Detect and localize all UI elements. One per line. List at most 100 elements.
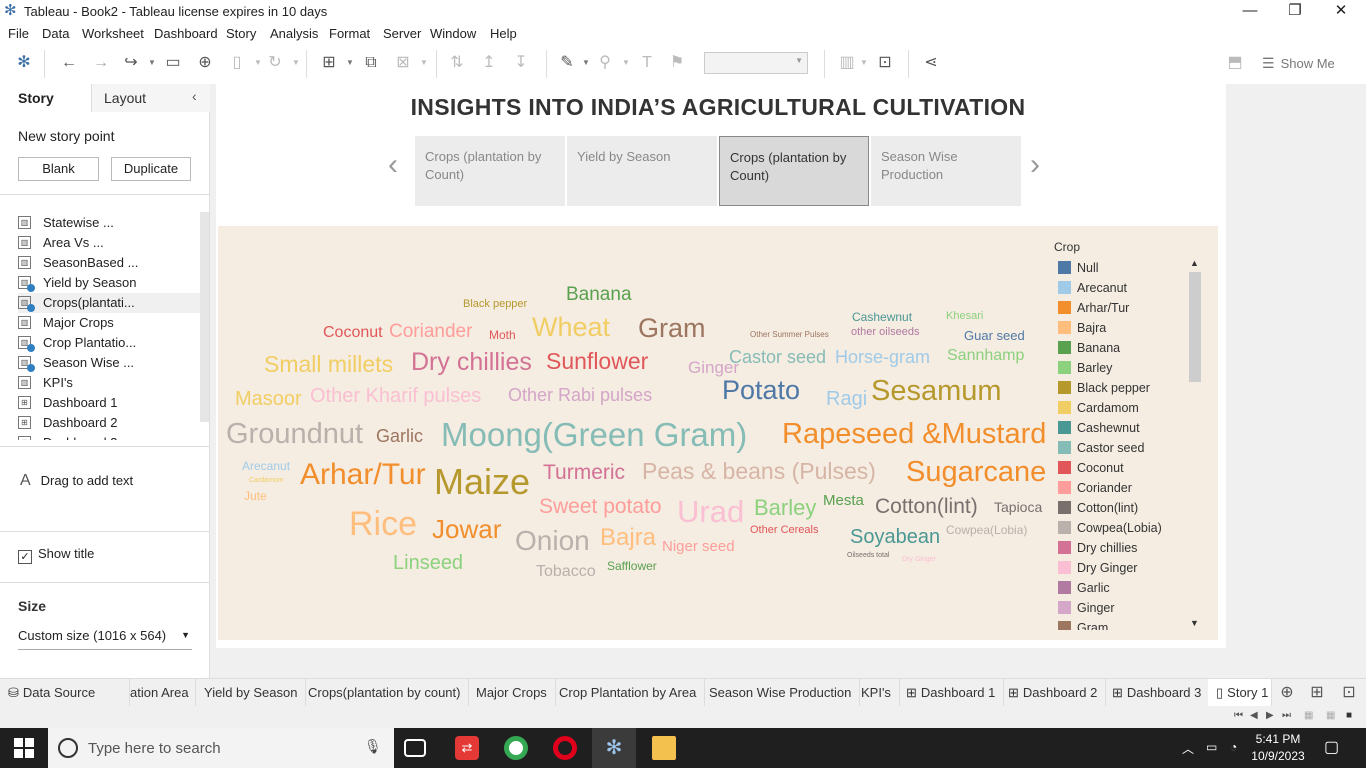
story-sheet-item[interactable]: ▥ Crops(plantati... [18,293,200,313]
word-cloud-mark[interactable]: Sweet potato [539,496,662,517]
tab-sheet[interactable]: Crop Plantation by Area [551,679,706,707]
chevron-down-icon[interactable]: ▼ [346,52,354,74]
blank-button[interactable]: Blank [18,157,99,181]
presentation-mode-icon[interactable]: ⊡ [874,52,896,74]
word-cloud-mark[interactable]: Jute [244,490,267,502]
word-cloud-mark[interactable]: Sunflower [546,350,648,373]
word-cloud-mark[interactable]: Gram [638,315,706,342]
legend-item[interactable]: Banana [1058,338,1120,358]
word-cloud-mark[interactable]: Peas & beans (Pulses) [642,460,876,483]
word-cloud-mark[interactable]: Coconut [323,325,383,341]
menu-analysis[interactable]: Analysis [270,26,318,41]
scroll-up-icon[interactable]: ▲ [1190,258,1199,268]
story-sheet-item[interactable]: ▥ Crop Plantatio... [18,333,200,353]
previous-story-point-icon[interactable]: ‹ [388,148,398,182]
story-point-4[interactable]: Season Wise Production [871,136,1021,206]
menu-server[interactable]: Server [383,26,421,41]
word-cloud-mark[interactable]: Turmeric [543,462,625,483]
legend-item[interactable]: Garlic [1058,578,1110,598]
word-cloud-mark[interactable]: Garlic [376,427,423,445]
story-sheet-item[interactable]: ▥ Season Wise ... [18,353,200,373]
pause-updates-icon[interactable]: ▯ [226,52,248,74]
duplicate-sheet-icon[interactable]: ⧉ [360,52,382,74]
legend-item[interactable]: Gram [1058,618,1108,630]
word-cloud-mark[interactable]: Wheat [532,314,610,341]
pin-icon[interactable]: ⚑ [666,52,688,74]
tab-story[interactable]: ▯ Story 1 [1208,679,1272,707]
story-point-3[interactable]: Crops (plantation by Count) [719,136,869,206]
legend-scrollbar[interactable]: ▲ ▼ [1188,258,1202,628]
word-cloud-mark[interactable]: Moth [489,329,516,341]
legend-item[interactable]: Null [1058,258,1099,278]
word-cloud-mark[interactable]: Moong(Green Gram) [441,418,747,451]
word-cloud-mark[interactable]: Castor seed [729,348,826,366]
next-story-point-icon[interactable]: › [1030,148,1040,182]
new-worksheet-icon[interactable]: ⊕ [1276,682,1298,704]
word-cloud-mark[interactable]: Black pepper [463,299,527,310]
word-cloud-mark[interactable]: Other Rabi pulses [508,386,652,404]
show-tabs-icon[interactable]: ■ [1346,710,1352,721]
legend-item[interactable]: Cardamom [1058,398,1139,418]
word-cloud-mark[interactable]: Barley [754,497,816,519]
new-data-source-icon[interactable]: ⊕ [194,52,216,74]
chevron-down-icon[interactable]: ▼ [860,52,868,74]
redo-icon[interactable]: → [90,52,112,74]
word-cloud-mark[interactable]: Other Cereals [750,525,818,536]
tooltip-icon[interactable]: ⬒ [1224,52,1246,74]
word-cloud-mark[interactable]: Mesta [823,493,864,508]
attachment-icon[interactable]: ⚲ [594,52,616,74]
tab-sheet[interactable]: KPI's [853,679,900,707]
tableau-taskbar-icon[interactable]: ✻ [592,728,636,768]
word-cloud-mark[interactable]: Maize [434,464,530,500]
tab-dashboard[interactable]: ⊞ Dashboard 3 [1104,679,1211,707]
close-icon[interactable]: ✕ [1318,0,1364,24]
file-explorer-icon[interactable] [652,736,676,760]
menu-help[interactable]: Help [490,26,517,41]
tab-sheet[interactable]: Season Wise Production [701,679,861,707]
clear-sheet-icon[interactable]: ⊠ [392,52,414,74]
word-cloud-mark[interactable]: Linseed [393,553,463,573]
sort-descending-icon[interactable]: ↧ [510,52,532,74]
legend-item[interactable]: Cotton(lint) [1058,498,1138,518]
word-cloud-mark[interactable]: Cowpea(Lobia) [946,524,1027,536]
sheet-list-scrollbar[interactable] [200,212,209,422]
collapse-pane-icon[interactable]: ‹ [192,88,197,104]
story-sheet-item[interactable]: ▥ KPI's [18,373,200,393]
task-view-icon[interactable] [404,739,426,757]
legend-item[interactable]: Barley [1058,358,1112,378]
minimize-icon[interactable]: — [1227,0,1273,24]
word-cloud-mark[interactable]: Tobacco [536,564,596,580]
show-me-button[interactable]: ☰ Show Me [1262,52,1335,74]
story-point-2[interactable]: Yield by Season [567,136,717,206]
word-cloud-mark[interactable]: Dry Ginger [902,556,936,563]
chevron-down-icon[interactable]: ▼ [420,52,428,74]
sort-ascending-icon[interactable]: ↥ [478,52,500,74]
word-cloud-mark[interactable]: Rice [349,507,417,541]
new-worksheet-icon[interactable]: ⊞ [318,52,340,74]
fit-icon[interactable]: ▥ [836,52,858,74]
word-cloud-mark[interactable]: Urad [677,496,744,527]
legend-item[interactable]: Arecanut [1058,278,1127,298]
legend-item[interactable]: Dry Ginger [1058,558,1137,578]
chevron-down-icon[interactable]: ▼ [292,52,300,74]
new-story-icon[interactable]: ⊡ [1338,682,1360,704]
scroll-down-icon[interactable]: ▼ [1190,618,1199,628]
tab-sheet[interactable]: ation Area [130,679,196,707]
taskbar-search-box[interactable]: Type here to search 🎙 [48,728,394,768]
word-cloud-mark[interactable]: Guar seed [964,329,1025,342]
story-sheet-item[interactable]: ▥ SeasonBased ... [18,253,200,273]
chevron-up-icon[interactable]: ︿ [1182,740,1194,757]
word-cloud-mark[interactable]: Bajra [600,526,656,550]
first-sheet-icon[interactable]: ⏮ [1234,710,1243,721]
new-dashboard-icon[interactable]: ⊞ [1306,682,1328,704]
word-cloud-mark[interactable]: Cotton(lint) [875,496,978,517]
notifications-icon[interactable]: ▢ [1324,737,1339,757]
story-sheet-item[interactable]: ⊞ Dashboard 1 [18,393,200,413]
legend-item[interactable]: Cowpea(Lobia) [1058,518,1162,538]
menu-worksheet[interactable]: Worksheet [82,26,144,41]
replay-icon[interactable]: ↪ [120,52,142,74]
duplicate-button[interactable]: Duplicate [111,157,191,181]
word-cloud-mark[interactable]: Sesamum [871,377,1002,406]
wifi-icon[interactable]: ◔ [1230,740,1237,754]
microphone-icon[interactable]: 🎙 [364,738,382,755]
